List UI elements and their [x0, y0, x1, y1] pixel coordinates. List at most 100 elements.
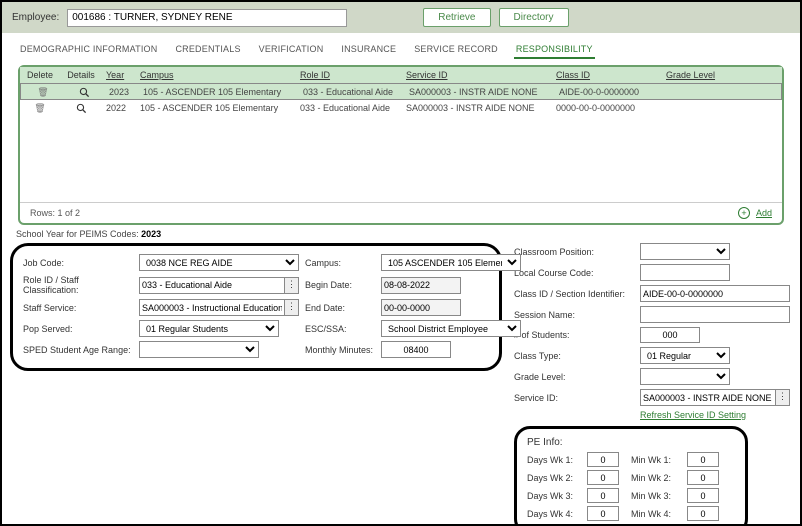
lbl-min-wk3: Min Wk 3: — [631, 491, 683, 501]
lbl-staff-service: Staff Service: — [23, 303, 133, 313]
col-service[interactable]: Service ID — [402, 67, 552, 83]
lbl-monthly: Monthly Minutes: — [305, 345, 375, 355]
trash-icon[interactable]: 🗑 — [37, 87, 48, 97]
tab-responsibility[interactable]: RESPONSIBILITY — [514, 41, 595, 59]
cell-role: 033 - Educational Aide — [296, 100, 402, 117]
col-details: Details — [60, 67, 102, 83]
begin-date-input[interactable] — [381, 277, 461, 294]
days-wk4-input[interactable] — [587, 506, 619, 521]
col-delete: Delete — [20, 67, 60, 83]
lbl-role: Role ID / Staff Classification: — [23, 275, 133, 295]
magnify-icon[interactable] — [79, 87, 90, 98]
lbl-job-code: Job Code: — [23, 258, 133, 268]
sped-range-select[interactable] — [139, 341, 259, 358]
grade-level-select[interactable] — [640, 368, 730, 385]
col-role[interactable]: Role ID — [296, 67, 402, 83]
col-campus[interactable]: Campus — [136, 67, 296, 83]
min-wk4-input[interactable] — [687, 506, 719, 521]
lbl-begin: Begin Date: — [305, 280, 375, 290]
tab-verification[interactable]: VERIFICATION — [257, 41, 326, 59]
refresh-service-id-link[interactable]: Refresh Service ID Setting — [640, 410, 746, 420]
cell-class: 0000-00-0-0000000 — [552, 100, 662, 117]
rows-count: Rows: 1 of 2 — [30, 208, 80, 218]
min-wk3-input[interactable] — [687, 488, 719, 503]
cell-service: SA000003 - INSTR AIDE NONE — [405, 84, 555, 99]
local-course-input[interactable] — [640, 264, 730, 281]
school-year-label: School Year for PEIMS Codes: 2023 — [16, 229, 792, 239]
lbl-class-type: Class Type: — [514, 351, 634, 361]
end-date-input[interactable] — [381, 299, 461, 316]
lbl-local-course: Local Course Code: — [514, 268, 634, 278]
lbl-end: End Date: — [305, 303, 375, 313]
days-wk2-input[interactable] — [587, 470, 619, 485]
table-row[interactable]: 🗑 2023 105 - ASCENDER 105 Elementary 033… — [20, 83, 782, 100]
col-grade[interactable]: Grade Level — [662, 67, 738, 83]
staff-service-input[interactable] — [139, 299, 285, 316]
lbl-sped: SPED Student Age Range: — [23, 345, 133, 355]
class-type-select[interactable]: 01 Regular — [640, 347, 730, 364]
employee-label: Employee: — [12, 12, 59, 23]
responsibility-grid: Delete Details Year Campus Role ID Servi… — [18, 65, 784, 225]
col-year[interactable]: Year — [102, 67, 136, 83]
days-wk1-input[interactable] — [587, 452, 619, 467]
retrieve-button[interactable]: Retrieve — [423, 8, 490, 27]
cell-role: 033 - Educational Aide — [299, 84, 405, 99]
lbl-pop: Pop Served: — [23, 324, 133, 334]
lbl-session: Session Name: — [514, 310, 634, 320]
ellipsis-button[interactable]: ⋮ — [285, 277, 299, 294]
col-class[interactable]: Class ID — [552, 67, 662, 83]
lbl-service-id: Service ID: — [514, 393, 634, 403]
esc-ssa-select[interactable]: School District Employee — [381, 320, 521, 337]
employee-input[interactable] — [67, 9, 347, 27]
monthly-minutes-input[interactable] — [381, 341, 451, 358]
cell-grade — [662, 100, 738, 117]
students-input[interactable] — [640, 327, 700, 343]
classroom-position-select[interactable] — [640, 243, 730, 260]
lbl-days-wk2: Days Wk 2: — [527, 473, 583, 483]
trash-icon[interactable]: 🗑 — [34, 103, 45, 113]
lbl-min-wk1: Min Wk 1: — [631, 455, 683, 465]
cell-campus: 105 - ASCENDER 105 Elementary — [139, 84, 299, 99]
campus-select[interactable]: 105 ASCENDER 105 Elementary — [381, 254, 521, 271]
lbl-classroom-pos: Classroom Position: — [514, 247, 634, 257]
cell-year: 2023 — [105, 84, 139, 99]
ellipsis-button[interactable]: ⋮ — [776, 389, 790, 406]
lbl-esc: ESC/SSA: — [305, 324, 375, 334]
ellipsis-button[interactable]: ⋮ — [285, 299, 299, 316]
tab-service-record[interactable]: SERVICE RECORD — [412, 41, 500, 59]
job-code-select[interactable]: 0038 NCE REG AIDE — [139, 254, 299, 271]
days-wk3-input[interactable] — [587, 488, 619, 503]
tab-insurance[interactable]: INSURANCE — [339, 41, 398, 59]
session-name-input[interactable] — [640, 306, 790, 323]
tab-credentials[interactable]: CREDENTIALS — [173, 41, 242, 59]
lbl-grade-level: Grade Level: — [514, 372, 634, 382]
min-wk2-input[interactable] — [687, 470, 719, 485]
lbl-min-wk2: Min Wk 2: — [631, 473, 683, 483]
lbl-campus: Campus: — [305, 258, 375, 268]
lbl-class-id: Class ID / Section Identifier: — [514, 289, 634, 299]
pe-info-panel: PE Info: Days Wk 1: Min Wk 1: Days Wk 2:… — [514, 426, 748, 526]
cell-grade — [665, 84, 741, 99]
directory-button[interactable]: Directory — [499, 8, 569, 27]
lbl-days-wk1: Days Wk 1: — [527, 455, 583, 465]
lbl-days-wk4: Days Wk 4: — [527, 509, 583, 519]
magnify-icon[interactable] — [76, 103, 87, 114]
plus-icon[interactable]: + — [738, 207, 750, 219]
detail-left-panel: Job Code: 0038 NCE REG AIDE Campus: 105 … — [10, 243, 502, 371]
add-link[interactable]: Add — [756, 208, 772, 218]
table-row[interactable]: 🗑 2022 105 - ASCENDER 105 Elementary 033… — [20, 100, 782, 117]
pe-info-title: PE Info: — [527, 437, 735, 448]
tab-demographic[interactable]: DEMOGRAPHIC INFORMATION — [18, 41, 159, 59]
class-id-input[interactable] — [640, 285, 790, 302]
cell-year: 2022 — [102, 100, 136, 117]
cell-campus: 105 - ASCENDER 105 Elementary — [136, 100, 296, 117]
lbl-days-wk3: Days Wk 3: — [527, 491, 583, 501]
cell-class: AIDE-00-0-0000000 — [555, 84, 665, 99]
pop-served-select[interactable]: 01 Regular Students — [139, 320, 279, 337]
role-input[interactable] — [139, 277, 285, 294]
cell-service: SA000003 - INSTR AIDE NONE — [402, 100, 552, 117]
min-wk1-input[interactable] — [687, 452, 719, 467]
lbl-students: # of Students: — [514, 330, 634, 340]
lbl-min-wk4: Min Wk 4: — [631, 509, 683, 519]
service-id-input[interactable] — [640, 389, 776, 406]
